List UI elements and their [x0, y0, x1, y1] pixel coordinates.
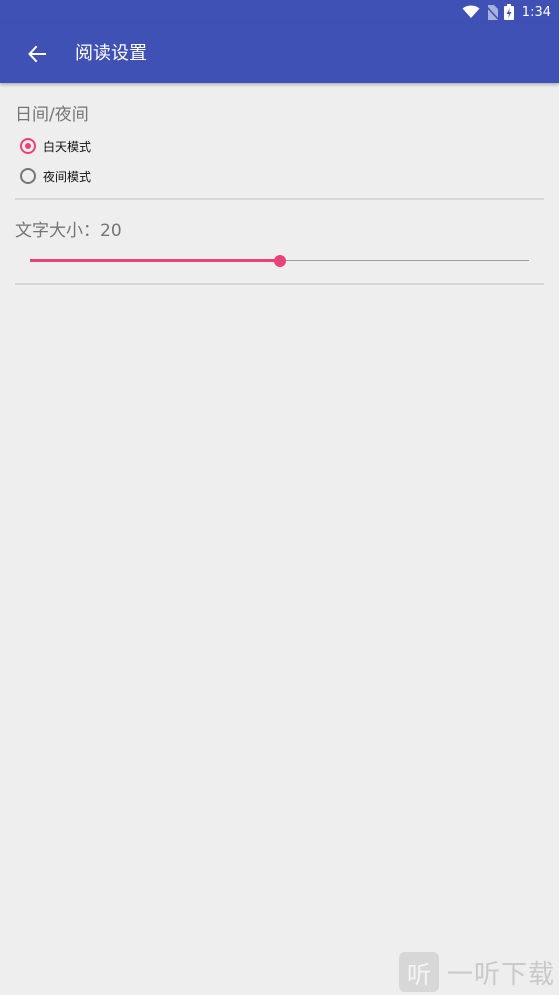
radio-label-day: 白天模式 — [43, 139, 92, 154]
radio-unchecked-icon — [20, 168, 36, 184]
status-time: 1:34 — [521, 4, 551, 20]
watermark-text: 一听下载 — [446, 959, 555, 990]
divider — [15, 198, 544, 200]
battery-charging-icon — [503, 4, 514, 20]
watermark-logo: 听 — [398, 952, 439, 992]
wifi-icon — [462, 5, 480, 18]
page-title: 阅读设置 — [75, 43, 147, 64]
radio-day-mode[interactable]: 白天模式 — [20, 135, 91, 157]
font-size-slider[interactable] — [30, 251, 529, 271]
divider — [15, 283, 544, 285]
back-button[interactable] — [16, 33, 58, 75]
slider-fill — [30, 259, 280, 262]
status-icons: 1:34 — [462, 0, 551, 24]
slider-thumb[interactable] — [273, 255, 286, 267]
status-bar: 1:34 — [0, 0, 559, 24]
font-size-title: 文字大小：20 — [15, 221, 122, 241]
day-night-title: 日间/夜间 — [15, 105, 89, 125]
radio-night-mode[interactable]: 夜间模式 — [20, 165, 91, 187]
radio-checked-icon — [20, 138, 36, 154]
app-bar: 阅读设置 — [0, 24, 559, 83]
watermark: 听 一听下载 — [398, 949, 559, 995]
arrow-left-icon — [28, 45, 46, 63]
radio-label-night: 夜间模式 — [43, 169, 92, 184]
no-sim-icon — [485, 4, 498, 20]
